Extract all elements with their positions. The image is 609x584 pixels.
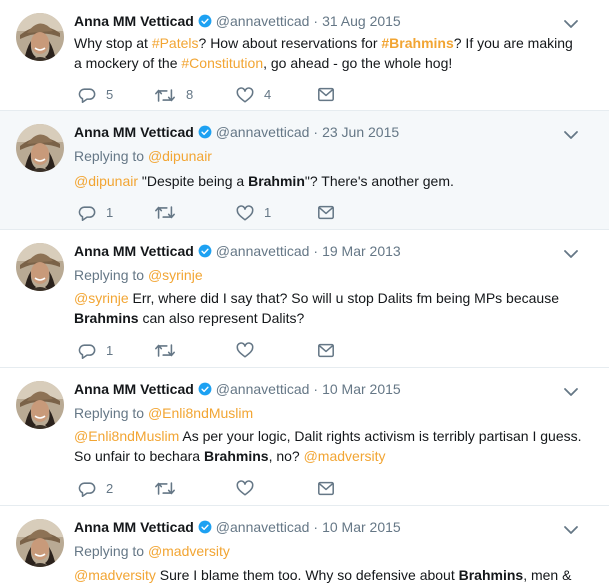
mention-link[interactable]: @syrinje xyxy=(74,290,129,306)
chevron-down-icon[interactable] xyxy=(563,385,579,397)
replying-to: Replying to @Enli8ndMuslim xyxy=(74,405,254,421)
author-handle[interactable]: @annavetticad xyxy=(216,380,310,398)
direct-message-button[interactable] xyxy=(317,342,335,359)
direct-message-button[interactable] xyxy=(317,204,335,221)
tweet-2[interactable]: Anna MM Vetticad @annavetticad · 23 Jun … xyxy=(0,111,609,230)
author-handle[interactable]: @annavetticad xyxy=(216,12,310,30)
verified-icon xyxy=(198,244,212,258)
author-name[interactable]: Anna MM Vetticad xyxy=(74,518,194,536)
chevron-down-icon[interactable] xyxy=(563,523,579,535)
mention-link[interactable]: @madversity xyxy=(304,448,386,464)
tweet-header: Anna MM Vetticad @annavetticad · 10 Mar … xyxy=(74,518,401,536)
like-count: 4 xyxy=(264,87,272,102)
author-handle[interactable]: @annavetticad xyxy=(216,242,310,260)
reply-count: 1 xyxy=(106,205,114,220)
verified-icon xyxy=(198,382,212,396)
hashtag-link[interactable]: #Patels xyxy=(152,35,199,51)
verified-icon xyxy=(198,520,212,534)
avatar[interactable] xyxy=(16,124,64,172)
tweet-3[interactable]: Anna MM Vetticad @annavetticad · 19 Mar … xyxy=(0,230,609,368)
author-name[interactable]: Anna MM Vetticad xyxy=(74,380,194,398)
tweet-date[interactable]: 23 Jun 2015 xyxy=(322,123,399,141)
replying-to: Replying to @syrinje xyxy=(74,267,203,283)
tweet-5[interactable]: Anna MM Vetticad @annavetticad · 10 Mar … xyxy=(0,506,609,584)
separator-dot: · xyxy=(313,519,319,535)
mention-link[interactable]: @madversity xyxy=(74,567,156,583)
reply-button[interactable]: 1 xyxy=(78,204,113,222)
reply-button[interactable]: 2 xyxy=(78,480,113,498)
mention-link[interactable]: @madversity xyxy=(148,543,230,559)
mention-link[interactable]: @Enli8ndMuslim xyxy=(148,405,253,421)
chevron-down-icon[interactable] xyxy=(563,128,579,140)
author-handle[interactable]: @annavetticad xyxy=(216,518,310,536)
tweet-header: Anna MM Vetticad @annavetticad · 23 Jun … xyxy=(74,123,399,141)
mention-link[interactable]: @dipunair xyxy=(74,173,138,189)
tweet-header: Anna MM Vetticad @annavetticad · 19 Mar … xyxy=(74,242,401,260)
chevron-down-icon[interactable] xyxy=(563,247,579,259)
author-handle[interactable]: @annavetticad xyxy=(216,123,310,141)
like-button[interactable]: 4 xyxy=(236,86,271,104)
mention-link[interactable]: @Enli8ndMuslim xyxy=(74,428,179,444)
like-button[interactable] xyxy=(236,480,254,497)
like-button[interactable] xyxy=(236,342,254,359)
tweet-text: @syrinje Err, where did I say that? So w… xyxy=(74,290,559,326)
avatar[interactable] xyxy=(16,243,64,291)
avatar[interactable] xyxy=(16,13,64,61)
tweet-text: @dipunair "Despite being a Brahmin"? The… xyxy=(74,173,454,189)
replying-to: Replying to @madversity xyxy=(74,543,230,559)
hashtag-link[interactable]: #Constitution xyxy=(181,55,263,71)
retweet-button[interactable] xyxy=(154,342,176,359)
like-button[interactable]: 1 xyxy=(236,204,271,222)
author-name[interactable]: Anna MM Vetticad xyxy=(74,242,194,260)
tweet-text: @madversity Sure I blame them too. Why s… xyxy=(74,567,572,583)
separator-dot: · xyxy=(313,124,319,140)
direct-message-button[interactable] xyxy=(317,480,335,497)
mention-link[interactable]: @dipunair xyxy=(148,148,212,164)
retweet-button[interactable]: 8 xyxy=(154,86,193,104)
reply-count: 5 xyxy=(106,87,114,102)
tweet-header: Anna MM Vetticad @annavetticad · 31 Aug … xyxy=(74,12,401,30)
tweet-text: @Enli8ndMuslim As per your logic, Dalit … xyxy=(74,428,582,464)
avatar[interactable] xyxy=(16,519,64,567)
retweet-button[interactable] xyxy=(154,204,176,221)
reply-button[interactable]: 5 xyxy=(78,86,113,104)
retweet-count: 8 xyxy=(186,87,194,102)
tweet-text: Why stop at #Patels? How about reservati… xyxy=(74,35,573,71)
author-name[interactable]: Anna MM Vetticad xyxy=(74,12,194,30)
verified-icon xyxy=(198,125,212,139)
direct-message-button[interactable] xyxy=(317,86,335,103)
tweet-date[interactable]: 10 Mar 2015 xyxy=(322,518,401,536)
replying-to: Replying to @dipunair xyxy=(74,148,212,164)
tweet-date[interactable]: 19 Mar 2013 xyxy=(322,242,401,260)
separator-dot: · xyxy=(313,243,319,259)
chevron-down-icon[interactable] xyxy=(563,17,579,29)
separator-dot: · xyxy=(313,13,319,29)
verified-icon xyxy=(198,14,212,28)
tweet-header: Anna MM Vetticad @annavetticad · 10 Mar … xyxy=(74,380,401,398)
mention-link[interactable]: @syrinje xyxy=(148,267,203,283)
reply-button[interactable]: 1 xyxy=(78,342,113,360)
like-count: 1 xyxy=(264,205,272,220)
tweet-date[interactable]: 31 Aug 2015 xyxy=(322,12,401,30)
tweet-4[interactable]: Anna MM Vetticad @annavetticad · 10 Mar … xyxy=(0,368,609,506)
reply-count: 1 xyxy=(106,343,114,358)
tweet-date[interactable]: 10 Mar 2015 xyxy=(322,380,401,398)
author-name[interactable]: Anna MM Vetticad xyxy=(74,123,194,141)
retweet-button[interactable] xyxy=(154,480,176,497)
separator-dot: · xyxy=(313,381,319,397)
reply-count: 2 xyxy=(106,481,114,496)
tweet-feed: Anna MM Vetticad @annavetticad · 31 Aug … xyxy=(0,0,609,584)
hashtag-link[interactable]: #Brahmins xyxy=(381,35,453,51)
tweet-1[interactable]: Anna MM Vetticad @annavetticad · 31 Aug … xyxy=(0,0,609,111)
avatar[interactable] xyxy=(16,381,64,429)
